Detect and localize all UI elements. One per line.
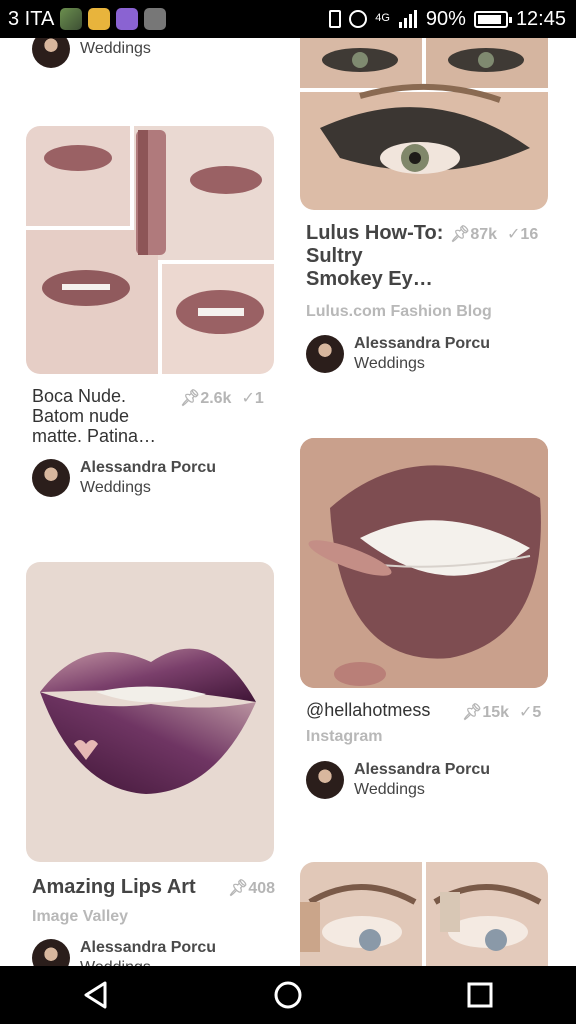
pin-attribution[interactable]: Alessandra Porcu Weddings [32,458,216,498]
board-name: Weddings [80,479,151,496]
network-type-label: 4G [375,11,390,24]
pin-source[interactable]: Image Valley [32,908,128,926]
pin-image-ombre-lips[interactable] [26,562,274,862]
pin-count: 408 [248,880,276,897]
navigation-bar [0,966,576,1024]
vibrate-icon [329,10,342,28]
avatar[interactable] [32,459,70,497]
save-count: 5 [532,704,542,721]
shopping-notification-icon [88,8,111,30]
signal-icon [398,10,417,28]
pin-image-nude-lips[interactable] [26,126,274,374]
pin-attribution[interactable]: Weddings [32,38,151,68]
board-name: Weddings [80,40,151,57]
pin-image-mauve-lips[interactable] [300,438,548,688]
pushpin-icon: 📌︎ [462,704,483,721]
pin-title[interactable]: Boca Nude. Batom nude matte. Patina… [32,386,176,446]
gallery-notification-icon [60,8,83,30]
pin-image-smokey-eye[interactable] [300,38,548,210]
mauve-lips-illustration [300,438,548,688]
pin-title[interactable]: Lulus How-To: Sultry Smokey Ey… [306,222,444,291]
pushpin-icon: 📌︎ [228,880,249,897]
lips-collage [26,126,274,374]
eyeshadow-collage [300,862,548,966]
back-button[interactable] [66,970,126,1020]
pinner-name: Alessandra Porcu [80,939,217,956]
board-name: Weddings [354,355,425,372]
pin-attribution[interactable]: Alessandra Porcu Weddings [306,334,490,374]
avatar[interactable] [306,761,344,799]
battery-icon [473,10,512,28]
avatar[interactable] [32,939,70,966]
home-button[interactable] [258,970,318,1020]
ombre-lips-illustration [40,648,256,794]
pin-title[interactable]: @hellahotmess [306,700,456,720]
home-circle-icon [274,981,302,1009]
save-count: 16 [520,226,539,243]
check-icon: ✓ [519,704,533,721]
pin-count: 87k [470,226,498,243]
play-notification-icon [144,8,167,30]
board-name: Weddings [354,781,425,798]
pin-stats: 📌︎87k ✓16 [450,224,538,244]
pin-count: 15k [482,704,510,721]
check-icon: ✓ [241,390,255,407]
clock: 12:45 [515,7,566,30]
pin-attribution[interactable]: Alessandra Porcu Weddings [306,760,490,800]
back-triangle-icon [84,981,107,1009]
pin-source[interactable]: Instagram [306,728,382,746]
pinner-name: Alessandra Porcu [354,335,491,352]
avatar[interactable] [306,335,344,373]
pinner-name: Alessandra Porcu [354,761,491,778]
pinner-name: Alessandra Porcu [80,459,217,476]
pin-stats: 📌︎15k ✓5 [462,702,541,722]
recents-square-icon [467,982,493,1008]
smokey-eye-collage [300,38,548,210]
pin-image-eyeshadow[interactable] [300,862,548,966]
save-count: 1 [254,390,264,407]
pushpin-icon: 📌︎ [180,390,201,407]
battery-percent: 90% [425,7,466,30]
pushpin-icon: 📌︎ [450,226,471,243]
chart-notification-icon [116,8,139,30]
pin-feed[interactable]: Weddings Boca Nude. Batom nude matte. Pa… [0,38,576,966]
check-icon: ✓ [507,226,521,243]
pin-attribution[interactable]: Alessandra Porcu Weddings [32,938,216,966]
status-bar: 3 ITA 4G 90% 12:45 [0,0,576,38]
avatar[interactable] [32,38,70,68]
pin-stats: 📌︎2.6k ✓1 [180,388,264,408]
carrier-label: 3 ITA [8,7,55,30]
recents-button[interactable] [450,970,510,1020]
pin-title[interactable]: Amazing Lips Art [32,876,222,899]
pin-count: 2.6k [200,390,232,407]
alarm-icon [349,10,368,28]
pin-stats: 📌︎408 [228,878,275,898]
board-name: Weddings [80,958,216,966]
pin-source[interactable]: Lulus.com Fashion Blog [306,303,492,321]
